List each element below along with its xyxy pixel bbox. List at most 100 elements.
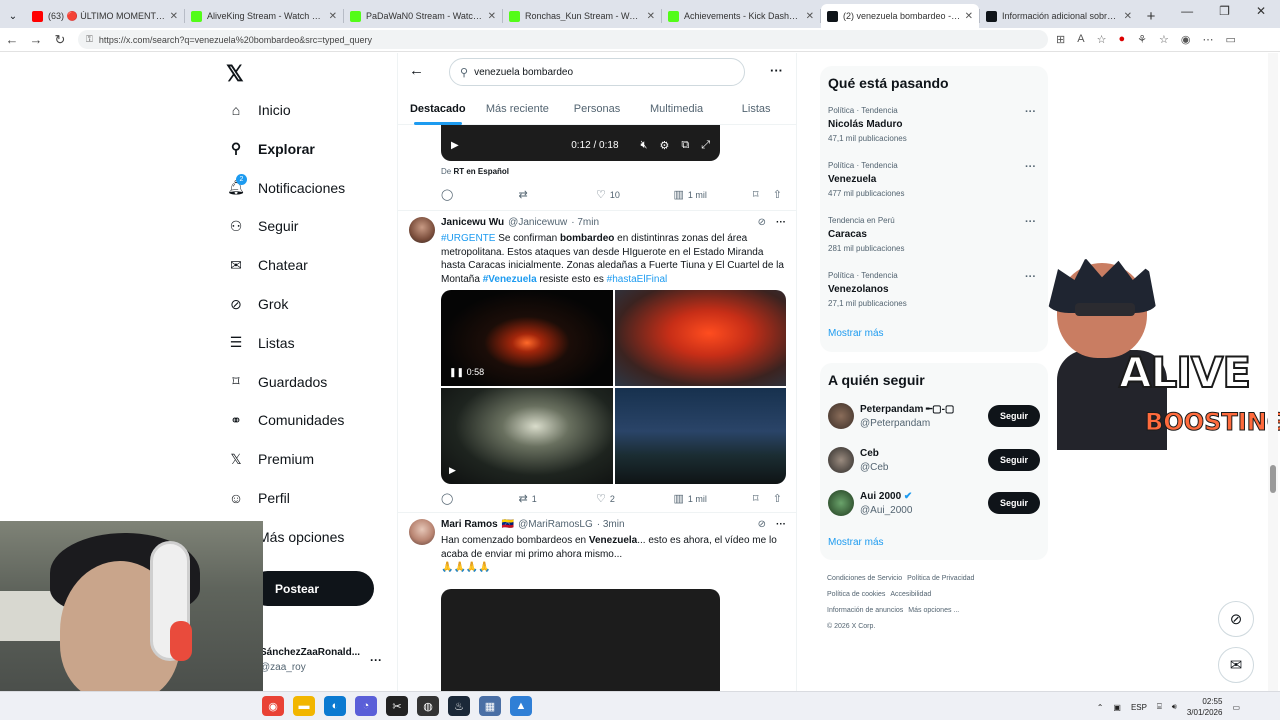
browser-tab[interactable]: Información adicional sobre el re ✕ (980, 4, 1138, 28)
account-switcher[interactable]: SánchezZaaRonald... @zaa_roy (260, 647, 360, 673)
reload-icon[interactable]: ↻ (48, 32, 72, 48)
obs-icon[interactable]: ◍ (417, 696, 439, 716)
reply-button[interactable]: ◯ (441, 492, 518, 505)
author-handle[interactable]: @Janicewuw (508, 217, 567, 228)
tweet-time[interactable]: · 7min (571, 217, 599, 228)
close-tab-icon[interactable]: ✕ (488, 11, 496, 22)
close-tab-icon[interactable]: ✕ (170, 11, 178, 22)
tab-personas[interactable]: Personas (557, 93, 637, 125)
close-tab-icon[interactable]: ✕ (329, 11, 337, 22)
sidebar-item-guardados[interactable]: ⌑ Guardados (226, 372, 327, 392)
views-button[interactable]: ▥ 1 mil (673, 492, 752, 505)
trend-item[interactable]: Política · Tendencia Venezolanos 27,1 mil … (828, 271, 1040, 308)
folder-icon[interactable]: ▬ (293, 696, 315, 716)
share-button[interactable]: ⇧ (773, 188, 786, 201)
scrollbar-thumb[interactable] (1270, 465, 1276, 493)
search-input[interactable]: ⚲ venezuela bombardeo (449, 58, 745, 86)
trend-more-icon[interactable]: ··· (1025, 216, 1036, 228)
tray-chevron-icon[interactable]: ⌃ (1097, 703, 1104, 712)
mute-icon[interactable]: 🔇︎ (641, 139, 648, 152)
network-icon[interactable]: ⌸ (1157, 702, 1162, 712)
play-icon[interactable]: ▶ (451, 140, 459, 151)
sidebar-item-perfil[interactable]: ☺ Perfil (226, 488, 290, 508)
media-video[interactable]: ▶ (441, 388, 613, 484)
extension-puzzle-icon[interactable]: ⚘ (1137, 33, 1147, 46)
x-logo-icon[interactable]: 𝕏 (226, 61, 244, 87)
follow-suggestion[interactable]: Ceb @Ceb Seguir (828, 446, 1040, 477)
media-image[interactable] (614, 388, 786, 484)
tab-destacado[interactable]: Destacado (398, 93, 478, 125)
search-more-icon[interactable]: ··· (770, 63, 783, 78)
language-indicator[interactable]: ESP (1131, 703, 1147, 712)
close-window-icon[interactable]: ✕ (1256, 4, 1266, 18)
views-button[interactable]: ▥ 1 mil (673, 188, 752, 201)
trend-item[interactable]: Política · Tendencia Nicolás Maduro 47,1 m… (828, 106, 1040, 143)
tab-listas[interactable]: Listas (716, 93, 796, 125)
close-tab-icon[interactable]: ✕ (1124, 11, 1132, 22)
trend-more-icon[interactable]: ··· (1025, 161, 1036, 173)
trend-item[interactable]: Tendencia en Perú Caracas 281 mil publicac… (828, 216, 1040, 253)
page-scrollbar[interactable] (1268, 53, 1278, 691)
tweet-time[interactable]: · 3min (597, 519, 625, 530)
grok-icon[interactable]: ⊘ (758, 519, 766, 530)
site-info-icon[interactable]: ⚿ (86, 34, 93, 45)
maximize-icon[interactable]: ❐ (1219, 4, 1230, 18)
close-tab-icon[interactable]: ✕ (806, 11, 814, 22)
collections-icon[interactable]: ☆ (1159, 33, 1169, 46)
bookmark-button[interactable]: ⌑ (753, 492, 773, 505)
author-name[interactable]: Janicewu Wu (441, 217, 504, 228)
follow-button[interactable]: Seguir (988, 492, 1040, 514)
notifications-icon[interactable]: ▭ (1232, 703, 1240, 712)
volume-icon[interactable]: 🔊︎ (1172, 702, 1177, 712)
browser-tab[interactable]: (2) venezuela bombardeo - Busca ✕ (821, 4, 979, 28)
tweet-more-icon[interactable]: ··· (776, 217, 786, 228)
browser-tab[interactable]: (63) 🔴 ÚLTIMO MOMENTO BOMB ✕ (26, 4, 184, 28)
retweet-button[interactable]: ⇄ 1 (518, 492, 595, 505)
clock[interactable]: 02:55 3/01/2026 (1187, 696, 1223, 718)
avatar[interactable] (409, 217, 435, 243)
profile-avatar-icon[interactable]: ◉ (1181, 33, 1191, 46)
avatar[interactable] (409, 519, 435, 545)
close-tab-icon[interactable]: ✕ (647, 11, 655, 22)
sidebar-item-listas[interactable]: ☰ Listas (226, 333, 295, 353)
from-source-link[interactable]: RT en Español (453, 167, 509, 176)
browser-tab[interactable]: Ronchas_Kun Stream - Watch Live ✕ (503, 4, 661, 28)
play-icon[interactable]: ▶ (449, 465, 456, 476)
sidebar-item-notificaciones[interactable]: 🔔︎ 2 Notificaciones (226, 173, 345, 198)
follow-suggestion[interactable]: Aui 2000 ✔ @Aui_2000 Seguir (828, 490, 1040, 520)
trend-more-icon[interactable]: ··· (1025, 106, 1036, 118)
sidebar-item-explorar[interactable]: ⚲ Explorar (226, 139, 315, 159)
forward-nav-icon[interactable]: → (24, 32, 48, 47)
avatar[interactable] (828, 446, 854, 473)
photos-icon[interactable]: ▲ (510, 696, 532, 716)
follow-button[interactable]: Seguir (988, 448, 1040, 471)
new-tab-button[interactable]: + (1138, 4, 1164, 28)
footer-link[interactable]: Información de anuncios (827, 607, 903, 614)
media-image[interactable] (614, 290, 786, 386)
discord-icon[interactable]: ◔ (355, 696, 377, 716)
fullscreen-icon[interactable]: ⤢ (701, 139, 710, 152)
follow-button[interactable]: Seguir (988, 405, 1040, 427)
tray-app-icon[interactable]: ▣ (1113, 703, 1121, 712)
trend-more-icon[interactable]: ··· (1025, 271, 1036, 283)
hashtag-link[interactable]: #hastaElFinal (607, 274, 668, 285)
back-arrow-icon[interactable]: ← (409, 62, 424, 79)
author-handle[interactable]: @MariRamosLG (518, 519, 593, 530)
sidebar-item-premium[interactable]: 𝕏 Premium (226, 449, 314, 469)
reply-button[interactable]: ◯ (441, 188, 518, 201)
tweet-more-icon[interactable]: ··· (776, 519, 786, 530)
sidebar-item-seguir[interactable]: ⚇ Seguir (226, 216, 299, 236)
avatar[interactable] (828, 490, 854, 516)
footer-link[interactable]: Política de cookies (827, 591, 885, 598)
tab-más-reciente[interactable]: Más reciente (478, 93, 558, 125)
browser-tab[interactable]: Achievements - Kick Dashboard ✕ (662, 4, 820, 28)
sidebar-item-chatear[interactable]: ✉ Chatear (226, 255, 308, 275)
steam-icon[interactable]: ♨ (448, 696, 470, 716)
follow-suggestion[interactable]: Peterpandam ╾▢-▢ @Peterpandam Seguir (828, 403, 1040, 433)
settings-icon[interactable]: ⚙ (659, 139, 669, 152)
grok-fab-button[interactable]: ⊘ (1218, 601, 1254, 637)
minimize-icon[interactable]: — (1181, 4, 1193, 18)
read-aloud-icon[interactable]: A (1077, 33, 1084, 46)
browser-tab[interactable]: AliveKing Stream - Watch Live on ✕ (185, 4, 343, 28)
chrome-icon[interactable]: ◉ (262, 696, 284, 716)
